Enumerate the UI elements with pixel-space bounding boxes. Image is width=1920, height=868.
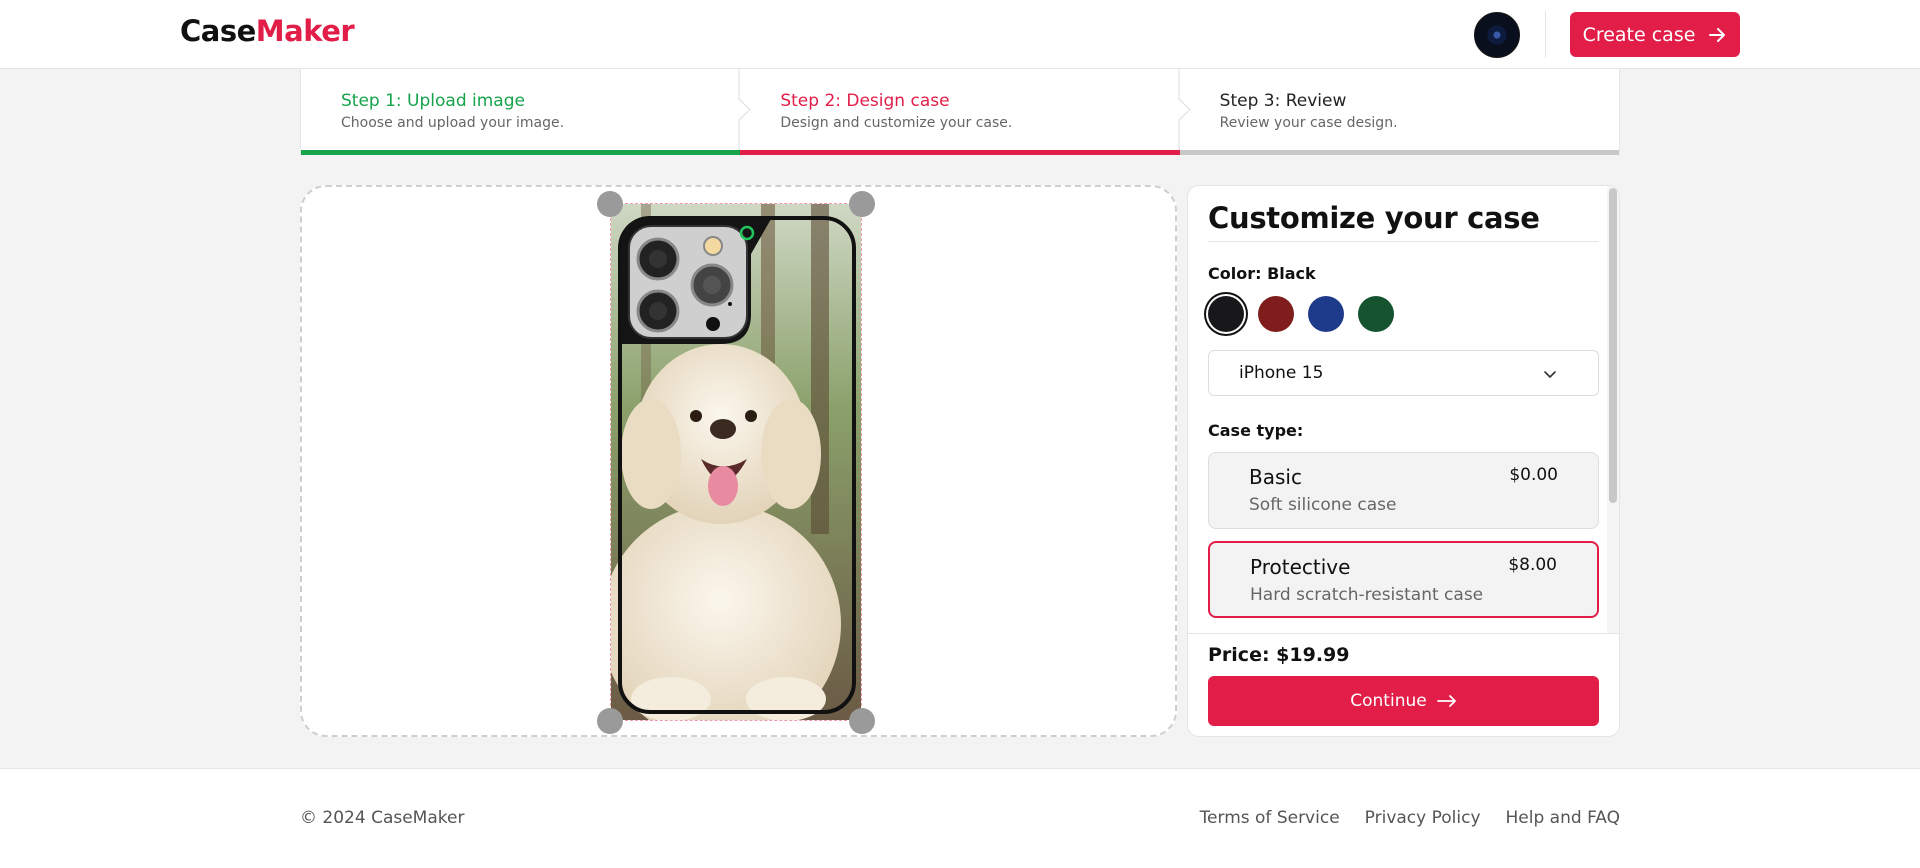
step-subtitle: Review your case design. [1219, 115, 1398, 131]
color-swatches [1208, 296, 1601, 332]
header: CaseMaker Create case [0, 0, 1920, 69]
step-progress-bar [740, 150, 1180, 155]
customize-scroll-area[interactable]: Customize your case Color: Black iPhone … [1188, 186, 1619, 633]
footer: © 2024 CaseMaker Terms of Service Privac… [0, 768, 1920, 868]
terms-of-service-link[interactable]: Terms of Service [1200, 808, 1340, 828]
step-progress-bar [301, 150, 741, 155]
case-option-description: Hard scratch-resistant case [1250, 585, 1484, 605]
arrow-right-icon [1709, 27, 1726, 42]
step-title: Step 3: Review [1219, 91, 1347, 111]
progress-steps: Step 1: Upload image Choose and upload y… [300, 69, 1620, 155]
copyright: © 2024 CaseMaker [300, 808, 465, 828]
resize-handle-bottom-right[interactable] [849, 708, 875, 734]
total-price: Price: $19.99 [1208, 644, 1350, 666]
create-case-button[interactable]: Create case [1570, 12, 1740, 57]
logo-part2: Maker [255, 14, 355, 48]
arrow-right-icon [1436, 695, 1456, 707]
footer-links: Terms of Service Privacy Policy Help and… [1200, 808, 1620, 828]
panel-footer: Price: $19.99 Continue [1188, 633, 1619, 736]
selection-frame [610, 203, 862, 721]
color-swatch-black[interactable] [1208, 296, 1244, 332]
model-select-value: iPhone 15 [1239, 363, 1324, 383]
scrollbar-thumb[interactable] [1609, 188, 1617, 503]
color-swatch-red[interactable] [1258, 296, 1294, 332]
case-option-price: $8.00 [1508, 555, 1557, 575]
step-design-case: Step 2: Design case Design and customize… [740, 69, 1191, 155]
case-option-protective[interactable]: Protective Hard scratch-resistant case $… [1208, 541, 1599, 618]
color-label: Color: Black [1208, 264, 1316, 283]
continue-button[interactable]: Continue [1208, 676, 1599, 726]
scrollbar[interactable] [1607, 186, 1619, 633]
step-progress-bar [1179, 150, 1619, 155]
step-title: Step 2: Design case [780, 91, 950, 111]
step-separator-icon [738, 69, 752, 150]
help-faq-link[interactable]: Help and FAQ [1506, 808, 1620, 828]
case-option-description: Soft silicone case [1249, 495, 1397, 515]
color-swatch-green[interactable] [1358, 296, 1394, 332]
create-case-label: Create case [1582, 23, 1696, 46]
step-subtitle: Design and customize your case. [780, 115, 1013, 131]
case-type-label: Case type: [1208, 421, 1304, 440]
resize-handle-bottom-left[interactable] [597, 708, 623, 734]
resize-handle-top-left[interactable] [597, 191, 623, 217]
header-divider [1545, 11, 1546, 58]
step-subtitle: Choose and upload your image. [341, 115, 565, 131]
step-upload-image: Step 1: Upload image Choose and upload y… [301, 69, 752, 155]
step-separator-icon [1178, 69, 1191, 150]
chevron-down-icon [1544, 371, 1556, 378]
resize-handle-top-right[interactable] [849, 191, 875, 217]
customize-title: Customize your case [1208, 201, 1599, 242]
case-option-price: $0.00 [1509, 465, 1558, 485]
privacy-policy-link[interactable]: Privacy Policy [1365, 808, 1481, 828]
color-swatch-blue[interactable] [1308, 296, 1344, 332]
logo[interactable]: CaseMaker [180, 14, 355, 48]
avatar[interactable] [1474, 12, 1520, 58]
customize-panel: Customize your case Color: Black iPhone … [1187, 185, 1620, 737]
case-option-basic[interactable]: Basic Soft silicone case $0.00 [1208, 452, 1599, 529]
continue-label: Continue [1350, 691, 1427, 711]
step-title: Step 1: Upload image [341, 91, 525, 111]
logo-part1: Case [180, 14, 256, 48]
step-review: Step 3: Review Review your case design. [1179, 69, 1619, 155]
model-select[interactable]: iPhone 15 [1208, 350, 1599, 396]
